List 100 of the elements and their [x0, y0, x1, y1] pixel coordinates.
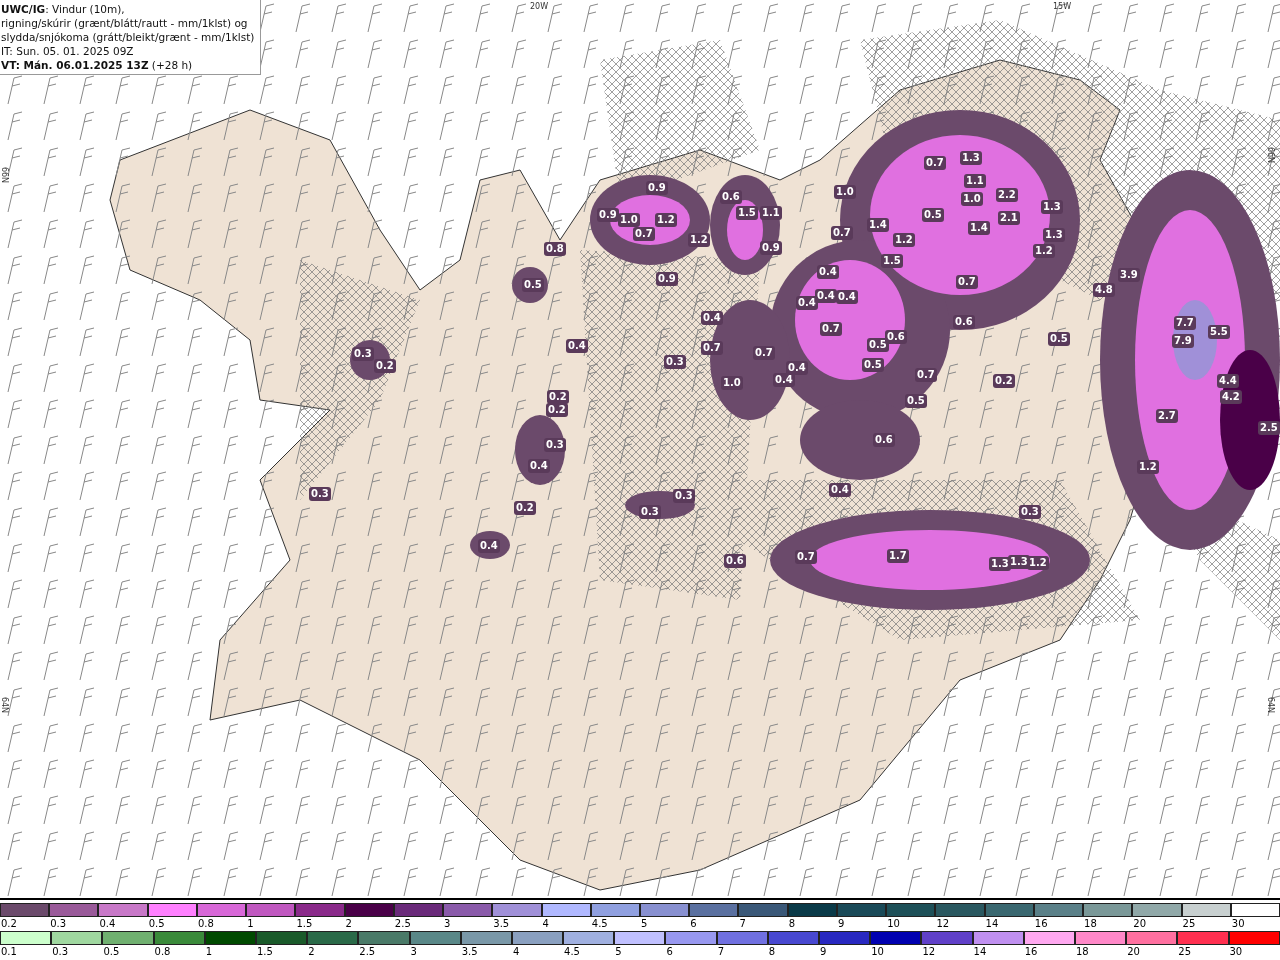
legend-label: 9: [819, 945, 828, 959]
legend-label: 2.5: [393, 917, 412, 931]
legend-label: 4: [541, 917, 550, 931]
legend-label: 1: [204, 945, 214, 959]
precipitation-value: 5.5: [1208, 325, 1230, 339]
precipitation-value: 0.7: [956, 275, 978, 289]
precipitation-value: 0.3: [1019, 505, 1041, 519]
precipitation-value: 0.9: [656, 272, 678, 286]
legend-label: 30: [1228, 945, 1244, 959]
precipitation-value: 0.7: [820, 322, 842, 336]
legend-label: 2: [344, 917, 353, 931]
precipitation-value: 0.6: [873, 433, 895, 447]
legend-label: 12: [921, 945, 937, 959]
precipitation-value: 1.7: [887, 549, 909, 563]
precipitation-value: 0.7: [795, 550, 817, 564]
precipitation-value: 0.4: [701, 311, 723, 325]
precipitation-value: 7.9: [1172, 334, 1194, 348]
precipitation-value: 0.5: [922, 208, 944, 222]
precipitation-value: 0.4: [817, 265, 839, 279]
legend-label: 3.5: [492, 917, 511, 931]
header-text: VT: Mán. 06.01.2025 13Z (+28 h): [1, 58, 194, 72]
precipitation-value: 0.4: [836, 290, 858, 304]
precipitation-value: 0.2: [993, 374, 1015, 388]
legend-label: 7: [716, 945, 725, 959]
precipitation-value: 0.3: [309, 487, 331, 501]
legend-label: 16: [1023, 945, 1039, 959]
precipitation-value: 1.3: [960, 151, 982, 165]
precipitation-value: 0.7: [915, 368, 937, 382]
coordinate-label: 20W: [530, 2, 549, 12]
precipitation-value: 0.7: [633, 227, 655, 241]
legend-label: 14: [972, 945, 988, 959]
precipitation-value: 1.2: [893, 233, 915, 247]
coordinate-label: 64N: [0, 696, 10, 714]
legend-label: 12: [935, 917, 951, 931]
legend-label: 16: [1033, 917, 1049, 931]
legend-label: 2: [307, 945, 316, 959]
precipitation-value: 2.7: [1156, 409, 1178, 423]
legend-label: 9: [836, 917, 846, 931]
legend-label: 3.5: [460, 945, 479, 959]
legend-label: 20: [1132, 917, 1148, 931]
legend-label: 6: [689, 917, 698, 931]
legend-label: 4.5: [563, 945, 581, 959]
coordinate-label: 64N: [1265, 696, 1276, 714]
precipitation-value: 0.9: [760, 241, 782, 255]
precipitation-value: 0.7: [753, 346, 775, 360]
precipitation-value: 0.4: [796, 296, 818, 310]
precipitation-value: 0.5: [522, 278, 544, 292]
precipitation-value: 1.0: [961, 192, 983, 206]
legend-label: 0.4: [98, 917, 117, 931]
precipitation-value: 0.2: [547, 390, 569, 404]
legend-label: 3: [443, 917, 452, 931]
precipitation-value: 0.5: [1048, 332, 1070, 346]
header-text: UWC/IG: Vindur (10m),: [1, 2, 126, 16]
precipitation-value: 4.2: [1220, 390, 1242, 404]
legend-label: 1.5: [255, 945, 274, 959]
precipitation-value: 0.5: [867, 338, 889, 352]
precipitation-value: 1.0: [618, 213, 640, 227]
header-text: slydda/snjókoma (grátt/bleikt/grænt - mm/1klst): [1, 30, 255, 44]
precipitation-value: 0.7: [701, 341, 723, 355]
legend-label: 2.5: [358, 945, 377, 959]
precipitation-value: 1.3: [1043, 228, 1065, 242]
legend-label: 0.3: [49, 917, 68, 931]
precipitation-value: 0.6: [724, 554, 746, 568]
legend-label: 20: [1126, 945, 1141, 959]
precipitation-value: 1.2: [655, 213, 677, 227]
precipitation-value: 0.4: [829, 483, 851, 497]
precipitation-value: 1.2: [688, 233, 710, 247]
precipitation-value: 0.4: [786, 361, 808, 375]
precipitation-value: 0.4: [528, 459, 550, 473]
header-text: IT: Sun. 05. 01. 2025 09Z: [1, 44, 135, 58]
legend-label: 0.8: [153, 945, 172, 959]
legend-label: 0.1: [0, 945, 18, 959]
precipitation-value: 2.5: [1258, 421, 1280, 435]
legend-label: 4.5: [590, 917, 609, 931]
legend-label: 18: [1083, 917, 1098, 931]
precipitation-value: 7.7: [1174, 316, 1196, 330]
precipitation-value: 2.1: [998, 211, 1020, 225]
precipitation-value: 0.3: [352, 347, 374, 361]
precipitation-value: 0.3: [673, 489, 695, 503]
precipitation-value: 0.4: [773, 373, 795, 387]
precipitation-value: 0.9: [646, 181, 668, 195]
legend-label: 25: [1181, 917, 1197, 931]
legend-label: 0.8: [196, 917, 215, 931]
precipitation-value: 1.0: [721, 376, 743, 390]
precipitation-value: 1.4: [968, 221, 990, 235]
precipitation-value: 1.3: [1008, 555, 1030, 569]
legend-label: 25: [1177, 945, 1193, 959]
precipitation-value: 0.7: [831, 226, 853, 240]
header-text: rigning/skúrir (grænt/blátt/rautt - mm/1klst) og: [1, 16, 249, 30]
precipitation-value: 1.3: [1041, 200, 1063, 214]
precipitation-value: 0.6: [720, 190, 742, 204]
precipitation-value: 0.3: [664, 355, 686, 369]
legend-label: 5: [614, 945, 623, 959]
precipitation-value: 1.1: [760, 206, 782, 220]
coordinate-label: 66N: [0, 166, 10, 184]
precipitation-value: 0.2: [514, 501, 536, 515]
precipitation-value: 1.5: [881, 254, 903, 268]
legend-label: 5: [640, 917, 649, 931]
legend-label: 0.2: [0, 917, 18, 931]
precipitation-value: 1.4: [867, 218, 889, 232]
